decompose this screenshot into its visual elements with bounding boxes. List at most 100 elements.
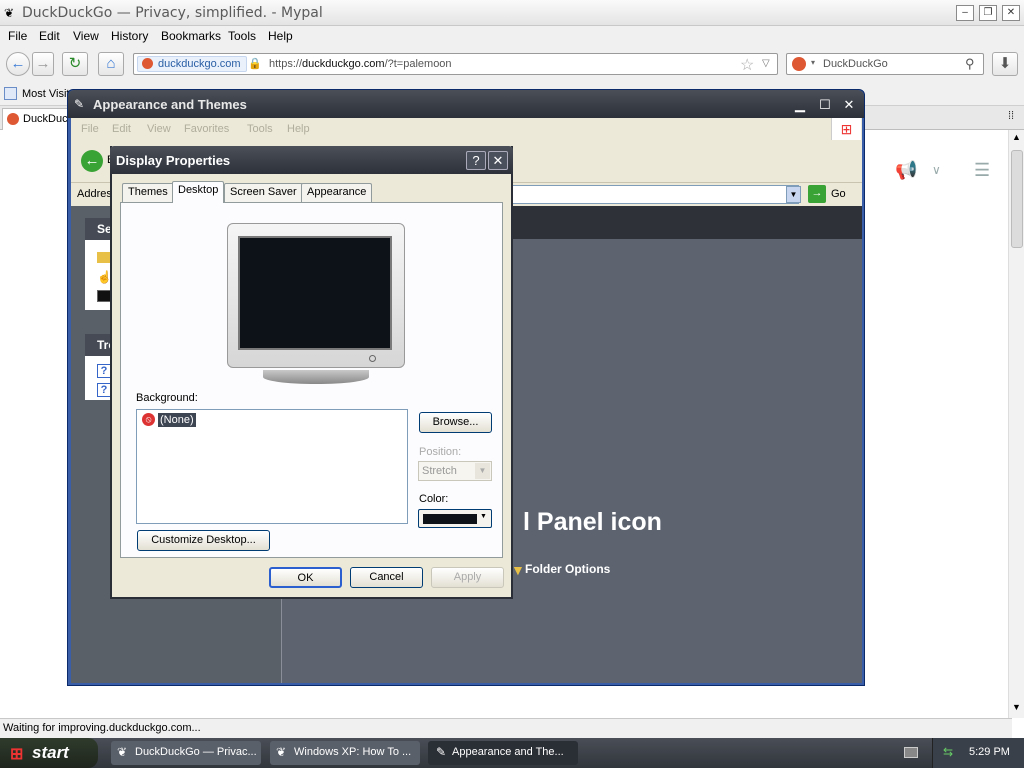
help-topic-icon[interactable]: ? xyxy=(97,364,111,378)
none-icon: ⦸ xyxy=(142,413,155,426)
menu-edit[interactable]: Edit xyxy=(39,29,60,43)
folder-options-link[interactable]: Folder Options xyxy=(525,562,610,576)
tab-themes[interactable]: Themes xyxy=(122,183,174,202)
xp-back-icon[interactable]: ← xyxy=(81,150,103,172)
tab-appearance[interactable]: Appearance xyxy=(301,183,373,202)
taskbar-item-duckduckgo[interactable]: ❦ DuckDuckGo — Privac... xyxy=(111,741,261,765)
background-item-none[interactable]: (None) xyxy=(158,413,196,427)
hamburger-menu-icon[interactable]: ☰ xyxy=(974,160,990,181)
taskbar: ⊞ start ❦ DuckDuckGo — Privac... ❦ Windo… xyxy=(0,738,1024,768)
url-scheme: https:// xyxy=(269,58,303,70)
tab-list-icon[interactable]: ⁞⁞ xyxy=(1008,110,1014,122)
search-engine-icon[interactable] xyxy=(792,57,806,71)
xp-minimize-button[interactable]: ▁ xyxy=(790,96,810,114)
dialog-titlebar[interactable]: Display Properties ? ✕ xyxy=(110,146,513,174)
status-text: Waiting for improving.duckduckgo.com... xyxy=(3,722,201,734)
downloads-button[interactable]: ⬇ xyxy=(992,52,1018,76)
clock: 5:29 PM xyxy=(969,746,1010,758)
xp-address-dropdown-icon[interactable]: ▼ xyxy=(786,186,801,203)
xp-menu-help[interactable]: Help xyxy=(287,123,310,135)
xp-address-input[interactable] xyxy=(511,185,799,204)
position-label: Position: xyxy=(419,446,462,458)
xp-window-titlebar[interactable]: ✎ Appearance and Themes ▁ ☐ ✕ xyxy=(68,90,864,118)
control-panel-icon: ✎ xyxy=(74,97,85,111)
taskbar-item-label: Appearance and The... xyxy=(452,746,564,758)
browse-button[interactable]: Browse... xyxy=(419,412,492,433)
chevron-down-icon[interactable]: ∨ xyxy=(932,163,941,177)
vertical-scrollbar[interactable]: ▲ ▼ xyxy=(1008,130,1024,718)
url-dropdown-icon[interactable]: ▽ xyxy=(762,58,770,69)
apply-button[interactable]: Apply xyxy=(431,567,504,588)
cancel-button[interactable]: Cancel xyxy=(350,567,423,588)
tab-label: DuckDuck xyxy=(23,113,74,125)
display-icon[interactable] xyxy=(97,290,111,302)
back-button[interactable]: ← xyxy=(6,52,30,76)
network-icon[interactable]: ⇆ xyxy=(943,745,953,759)
keyboard-icon[interactable] xyxy=(904,747,918,758)
menu-history[interactable]: History xyxy=(111,29,148,43)
bookmark-most-visited[interactable]: Most Visit xyxy=(22,88,69,100)
xp-menu-view[interactable]: View xyxy=(147,123,171,135)
xp-maximize-button[interactable]: ☐ xyxy=(815,96,835,114)
windows-flag-icon: ⊞ xyxy=(831,118,861,140)
scroll-up-icon[interactable]: ▲ xyxy=(1010,132,1023,146)
home-button[interactable]: ⌂ xyxy=(98,52,124,76)
dialog-help-button[interactable]: ? xyxy=(466,151,486,170)
site-identity[interactable]: duckduckgo.com xyxy=(137,56,247,72)
minimize-button[interactable]: – xyxy=(956,5,974,21)
close-button[interactable]: ✕ xyxy=(1002,5,1020,21)
start-button[interactable]: ⊞ start xyxy=(0,738,98,768)
ok-button[interactable]: OK xyxy=(269,567,342,588)
menu-help[interactable]: Help xyxy=(268,29,293,43)
xp-go-arrow-icon[interactable]: → xyxy=(808,185,826,203)
browser-titlebar: ❦ DuckDuckGo — Privacy, simplified. - My… xyxy=(0,0,1024,26)
menu-file[interactable]: File xyxy=(8,29,27,43)
taskbar-item-windows-xp[interactable]: ❦ Windows XP: How To ... xyxy=(270,741,420,765)
system-tray: ⇆ 5:29 PM xyxy=(932,738,1024,768)
background-list[interactable]: ⦸ (None) xyxy=(136,409,408,524)
taskbar-item-appearance[interactable]: ✎ Appearance and The... xyxy=(428,741,578,765)
background-label: Background: xyxy=(136,392,198,404)
megaphone-icon[interactable]: 📢 xyxy=(895,160,917,181)
status-bar: Waiting for improving.duckduckgo.com... xyxy=(0,718,1012,738)
scroll-down-icon[interactable]: ▼ xyxy=(1010,702,1023,716)
folder-icon[interactable] xyxy=(97,252,111,263)
folder-options-icon[interactable]: ▼ xyxy=(511,562,525,578)
menu-tools[interactable]: Tools xyxy=(228,29,256,43)
xp-close-button[interactable]: ✕ xyxy=(839,96,859,114)
tab-desktop[interactable]: Desktop xyxy=(172,181,225,203)
search-box[interactable]: ▾ DuckDuckGo ⚲ xyxy=(786,53,984,75)
xp-menu-tools[interactable]: Tools xyxy=(247,123,273,135)
engine-dropdown-icon[interactable]: ▾ xyxy=(811,58,815,67)
xp-menu-file[interactable]: File xyxy=(81,123,99,135)
reload-button[interactable]: ↻ xyxy=(62,52,88,76)
help-topic-icon[interactable]: ? xyxy=(97,383,111,397)
xp-menu-favorites[interactable]: Favorites xyxy=(184,123,229,135)
xp-window-title: Appearance and Themes xyxy=(93,97,247,112)
color-picker-button[interactable]: ▼ xyxy=(418,509,492,528)
most-visited-icon xyxy=(4,87,17,100)
url-bar[interactable]: duckduckgo.com 🔒 https://duckduckgo.com/… xyxy=(133,53,778,75)
duckduckgo-favicon-icon xyxy=(142,58,153,69)
dialog-close-button[interactable]: ✕ xyxy=(488,151,508,170)
scroll-thumb[interactable] xyxy=(1011,150,1023,248)
search-icon[interactable]: ⚲ xyxy=(965,56,975,72)
dialog-title: Display Properties xyxy=(116,153,231,168)
maximize-button[interactable]: ❐ xyxy=(979,5,997,21)
url-text: https://duckduckgo.com/?t=palemoon xyxy=(269,58,452,70)
navigation-toolbar: ← → ↻ ⌂ duckduckgo.com 🔒 https://duckduc… xyxy=(0,46,1024,84)
position-select[interactable]: Stretch ▼ xyxy=(418,461,492,481)
color-label: Color: xyxy=(419,493,449,505)
bookmark-star-icon[interactable]: ☆ xyxy=(740,55,754,75)
forward-button[interactable]: → xyxy=(32,52,54,76)
customize-desktop-button[interactable]: Customize Desktop... xyxy=(137,530,270,551)
xp-menu-edit[interactable]: Edit xyxy=(112,123,131,135)
color-swatch xyxy=(423,514,477,524)
menubar: File Edit View History Bookmarks Tools H… xyxy=(0,26,1024,46)
menu-view[interactable]: View xyxy=(73,29,99,43)
taskbar-item-label: DuckDuckGo — Privac... xyxy=(135,746,257,758)
xp-go-label[interactable]: Go xyxy=(831,188,846,200)
tab-screen-saver[interactable]: Screen Saver xyxy=(224,183,303,202)
tab-favicon-icon xyxy=(7,113,19,125)
menu-bookmarks[interactable]: Bookmarks xyxy=(161,29,221,43)
